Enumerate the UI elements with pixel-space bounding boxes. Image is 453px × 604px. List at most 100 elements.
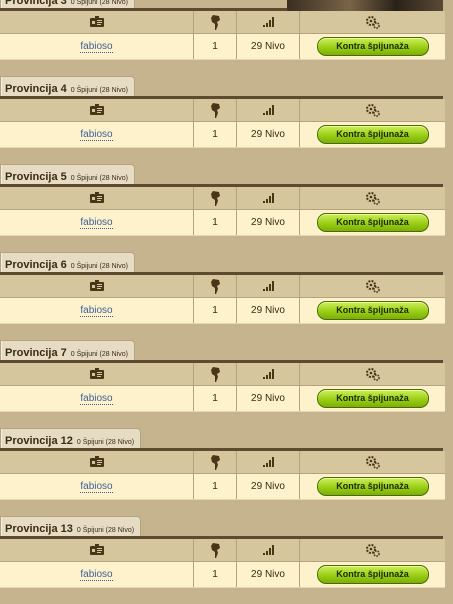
player-link[interactable]: fabioso: [80, 305, 113, 317]
province-list: Provincija 30 Špijuni (28 Nivo) fabioso …: [0, 0, 453, 604]
cell-level: 29 Nivo: [236, 297, 300, 324]
cell-player: fabioso: [0, 209, 194, 236]
header-units: [193, 99, 237, 122]
header-action: [299, 451, 445, 474]
province-spy-info: 0 Špijuni (28 Nivo): [70, 0, 128, 6]
province-spy-info: 0 Špijuni (28 Nivo): [70, 87, 128, 94]
cell-level: 29 Nivo: [236, 473, 300, 500]
header-action: [299, 275, 445, 298]
header-action: [299, 539, 445, 562]
gears-icon: [365, 455, 380, 469]
spy-icon: [210, 14, 220, 30]
counter-espionage-button[interactable]: Kontra špijunaža: [316, 301, 429, 320]
header-units: [193, 187, 237, 210]
header-units: [193, 363, 237, 386]
province-tab: Provincija 12 0 Špijuni (28 Nivo): [0, 428, 142, 449]
cell-units: 1: [193, 209, 237, 236]
id-card-icon: [89, 544, 104, 556]
province-section: Provincija 30 Špijuni (28 Nivo) fabioso …: [0, 0, 453, 76]
cell-player: fabioso: [0, 473, 194, 500]
table-header-row: [0, 99, 445, 122]
player-link[interactable]: fabioso: [80, 481, 113, 493]
signal-bars-icon: [262, 104, 274, 115]
province-section: Provincija 12 0 Špijuni (28 Nivo) fabios…: [0, 428, 453, 516]
province-name: Provincija 6: [5, 259, 67, 271]
id-card-icon: [89, 192, 104, 204]
header-units: [193, 539, 237, 562]
province-table: fabioso 1 29 Nivo Kontra špijunaža: [0, 8, 445, 60]
province-spy-info: 0 Špijuni (28 Nivo): [76, 439, 135, 446]
signal-bars-icon: [262, 456, 274, 467]
counter-espionage-button[interactable]: Kontra špijunaža: [316, 125, 429, 144]
province-section: Provincija 50 Špijuni (28 Nivo) fabioso …: [0, 164, 453, 252]
cell-player: fabioso: [0, 121, 194, 148]
player-link[interactable]: fabioso: [80, 569, 113, 581]
header-player: [0, 99, 194, 122]
cell-action: Kontra špijunaža: [299, 561, 445, 588]
cell-player: fabioso: [0, 297, 194, 324]
player-link[interactable]: fabioso: [80, 217, 113, 229]
province-name: Provincija 12: [5, 435, 73, 447]
gears-icon: [365, 367, 380, 381]
province-name: Provincija 7: [5, 347, 67, 359]
gears-icon: [365, 103, 380, 117]
province-section: Provincija 70 Špijuni (28 Nivo) fabioso …: [0, 340, 453, 428]
table-row: fabioso 1 29 Nivo Kontra špijunaža: [0, 385, 445, 412]
table-row: fabioso 1 29 Nivo Kontra špijunaža: [0, 473, 445, 500]
id-card-icon: [89, 280, 104, 292]
counter-espionage-button[interactable]: Kontra špijunaža: [316, 37, 429, 56]
province-name: Provincija 13: [5, 523, 73, 535]
province-table: fabioso 1 29 Nivo Kontra špijunaža: [0, 536, 445, 588]
header-action: [299, 99, 445, 122]
cell-units: 1: [193, 121, 237, 148]
cell-action: Kontra špijunaža: [299, 473, 445, 500]
signal-bars-icon: [262, 192, 274, 203]
cell-player: fabioso: [0, 33, 194, 60]
player-link[interactable]: fabioso: [80, 129, 113, 141]
player-link[interactable]: fabioso: [80, 393, 113, 405]
province-table: fabioso 1 29 Nivo Kontra špijunaža: [0, 184, 445, 236]
header-level: [236, 187, 300, 210]
province-name: Provincija 4: [5, 83, 67, 95]
cell-action: Kontra špijunaža: [299, 209, 445, 236]
header-player: [0, 539, 194, 562]
table-row: fabioso 1 29 Nivo Kontra špijunaža: [0, 297, 445, 324]
cell-level: 29 Nivo: [236, 121, 300, 148]
header-player: [0, 11, 194, 34]
province-section: Provincija 60 Špijuni (28 Nivo) fabioso …: [0, 252, 453, 340]
cell-units: 1: [193, 561, 237, 588]
id-card-icon: [89, 16, 104, 28]
province-section: Provincija 40 Špijuni (28 Nivo) fabioso …: [0, 76, 453, 164]
province-table: fabioso 1 29 Nivo Kontra špijunaža: [0, 96, 445, 148]
header-ornament-image: [287, 0, 443, 11]
counter-espionage-button[interactable]: Kontra špijunaža: [316, 389, 429, 408]
province-tab: Provincija 50 Špijuni (28 Nivo): [0, 164, 135, 185]
cell-level: 29 Nivo: [236, 33, 300, 60]
header-action: [299, 11, 445, 34]
cell-units: 1: [193, 385, 237, 412]
id-card-icon: [89, 368, 104, 380]
table-header-row: [0, 11, 445, 34]
player-link[interactable]: fabioso: [80, 41, 113, 53]
cell-action: Kontra špijunaža: [299, 297, 445, 324]
cell-level: 29 Nivo: [236, 561, 300, 588]
table-row: fabioso 1 29 Nivo Kontra špijunaža: [0, 121, 445, 148]
cell-level: 29 Nivo: [236, 209, 300, 236]
header-player: [0, 187, 194, 210]
counter-espionage-button[interactable]: Kontra špijunaža: [316, 213, 429, 232]
counter-espionage-button[interactable]: Kontra špijunaža: [316, 565, 429, 584]
cell-level: 29 Nivo: [236, 385, 300, 412]
province-section: Provincija 13 0 Špijuni (28 Nivo) fabios…: [0, 516, 453, 604]
table-header-row: [0, 363, 445, 386]
spy-icon: [210, 102, 220, 118]
header-units: [193, 451, 237, 474]
gears-icon: [365, 279, 380, 293]
counter-espionage-button[interactable]: Kontra špijunaža: [316, 477, 429, 496]
header-level: [236, 363, 300, 386]
spy-icon: [210, 366, 220, 382]
cell-units: 1: [193, 473, 237, 500]
header-action: [299, 363, 445, 386]
cell-player: fabioso: [0, 385, 194, 412]
spy-icon: [210, 454, 220, 470]
province-spy-info: 0 Špijuni (28 Nivo): [70, 263, 128, 270]
